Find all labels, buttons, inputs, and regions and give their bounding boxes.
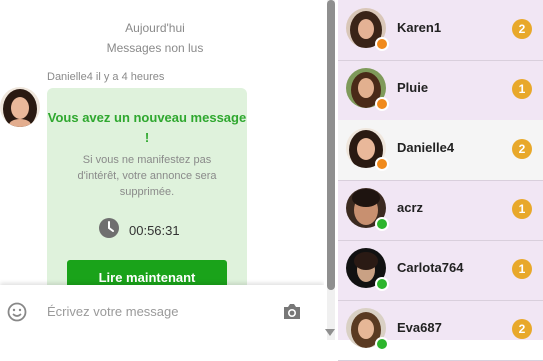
scroll-down-arrow-icon[interactable] (325, 329, 335, 336)
conversation-list: Karen1 2 Pluie 1 Danielle4 2 acrz 1 Carl… (338, 0, 543, 361)
conversation-item-active[interactable]: Danielle4 2 (338, 120, 543, 181)
clock-icon (99, 217, 119, 243)
conversation-name: Danielle4 (397, 140, 455, 155)
unread-badge: 1 (512, 199, 532, 219)
conversation-name: acrz (397, 200, 424, 215)
bubble-body: Si vous ne manifestez pas d'intérêt, vot… (77, 154, 217, 198)
countdown-timer: 00:56:31 (99, 217, 180, 243)
conversation-name: Pluie (397, 80, 429, 95)
system-message-bubble: Vous avez un nouveau message ! Si vous n… (47, 88, 247, 298)
conversation-name: Eva687 (397, 320, 442, 335)
unread-badge: 1 (512, 79, 532, 99)
sender-line: Danielle4 il y a 4 heures (47, 71, 165, 83)
message-input[interactable]: Écrivez votre message (47, 304, 179, 319)
status-dot (375, 277, 389, 291)
message-input-bar: Écrivez votre message (0, 285, 324, 340)
date-separator: Aujourd'hui (125, 21, 185, 35)
status-dot (375, 217, 389, 231)
conversation-item[interactable]: Karen1 2 (338, 0, 543, 61)
scrollbar-thumb[interactable] (327, 0, 335, 290)
camera-icon[interactable] (282, 303, 302, 326)
unread-badge: 2 (512, 19, 532, 39)
conversation-name: Karen1 (397, 20, 442, 35)
bubble-title: Vous avez un nouveau message ! (47, 110, 247, 145)
unread-badge: 2 (512, 319, 532, 339)
status-dot (375, 157, 389, 171)
conversation-item[interactable]: Eva687 2 (338, 300, 543, 361)
status-dot (375, 37, 389, 51)
chat-panel: Aujourd'hui Messages non lus Danielle4 i… (0, 0, 324, 340)
timer-value: 00:56:31 (129, 222, 180, 238)
unread-separator: Messages non lus (106, 41, 204, 55)
status-dot (375, 97, 389, 111)
unread-badge: 1 (512, 259, 532, 279)
unread-badge: 2 (512, 139, 532, 159)
conversation-name: Carlota764 (397, 260, 464, 275)
sender-avatar[interactable] (0, 87, 40, 127)
conversation-item[interactable]: acrz 1 (338, 180, 543, 241)
conversation-item[interactable]: Pluie 1 (338, 60, 543, 121)
status-dot (375, 337, 389, 351)
emoji-icon[interactable] (7, 302, 27, 327)
conversation-item[interactable]: Carlota764 1 (338, 240, 543, 301)
